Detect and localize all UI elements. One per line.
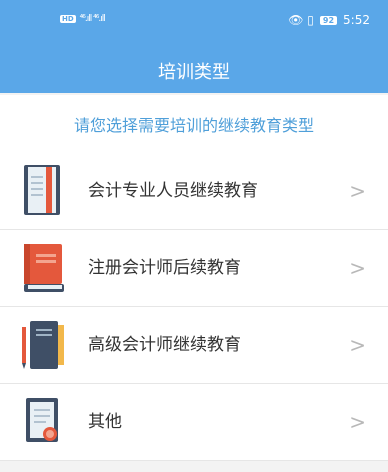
notebook-pen-icon bbox=[20, 317, 68, 373]
list-item-label: 会计专业人员继续教育 bbox=[88, 181, 258, 201]
chevron-right-icon: > bbox=[349, 256, 366, 280]
list-item-senior-accountant[interactable]: 高级会计师继续教育 > bbox=[0, 307, 388, 384]
subheader: 请您选择需要培训的继续教育类型 bbox=[0, 95, 388, 154]
list-item-cpa-followup[interactable]: 注册会计师后续教育 > bbox=[0, 230, 388, 307]
chevron-right-icon: > bbox=[349, 333, 366, 357]
training-type-list: 会计专业人员继续教育 > 注册会计师后续教育 > 高级会计师继续教育 > 其他 … bbox=[0, 153, 388, 461]
status-time: 5:52 bbox=[343, 13, 370, 27]
book-icon bbox=[20, 240, 68, 296]
chevron-right-icon: > bbox=[349, 410, 366, 434]
status-bar: HD ⁴⁶.ıll ⁴⁶.ıll 👁 ▯ 92 5:52 bbox=[0, 0, 388, 48]
subheader-text: 请您选择需要培训的继续教育类型 bbox=[73, 116, 314, 135]
hd-badge: HD bbox=[60, 15, 76, 23]
nav-bar: 培训类型 bbox=[0, 48, 388, 93]
certificate-icon bbox=[20, 394, 68, 450]
list-item-label: 高级会计师继续教育 bbox=[88, 335, 241, 355]
chevron-right-icon: > bbox=[349, 179, 366, 203]
list-item-other[interactable]: 其他 > bbox=[0, 384, 388, 461]
battery-icon: 92 bbox=[319, 15, 338, 25]
list-item-accounting-professional[interactable]: 会计专业人员继续教育 > bbox=[0, 153, 388, 230]
status-right: 👁 ▯ 92 5:52 bbox=[288, 13, 370, 27]
signal-icon: ⁴⁶.ıll ⁴⁶.ıll bbox=[79, 14, 106, 24]
status-icons: 👁 ▯ bbox=[288, 13, 314, 27]
status-left: HD ⁴⁶.ıll ⁴⁶.ıll bbox=[60, 14, 106, 24]
list-item-label: 其他 bbox=[88, 412, 122, 432]
notebook-icon bbox=[20, 163, 68, 219]
list-item-label: 注册会计师后续教育 bbox=[88, 258, 241, 278]
page-title: 培训类型 bbox=[158, 61, 230, 83]
